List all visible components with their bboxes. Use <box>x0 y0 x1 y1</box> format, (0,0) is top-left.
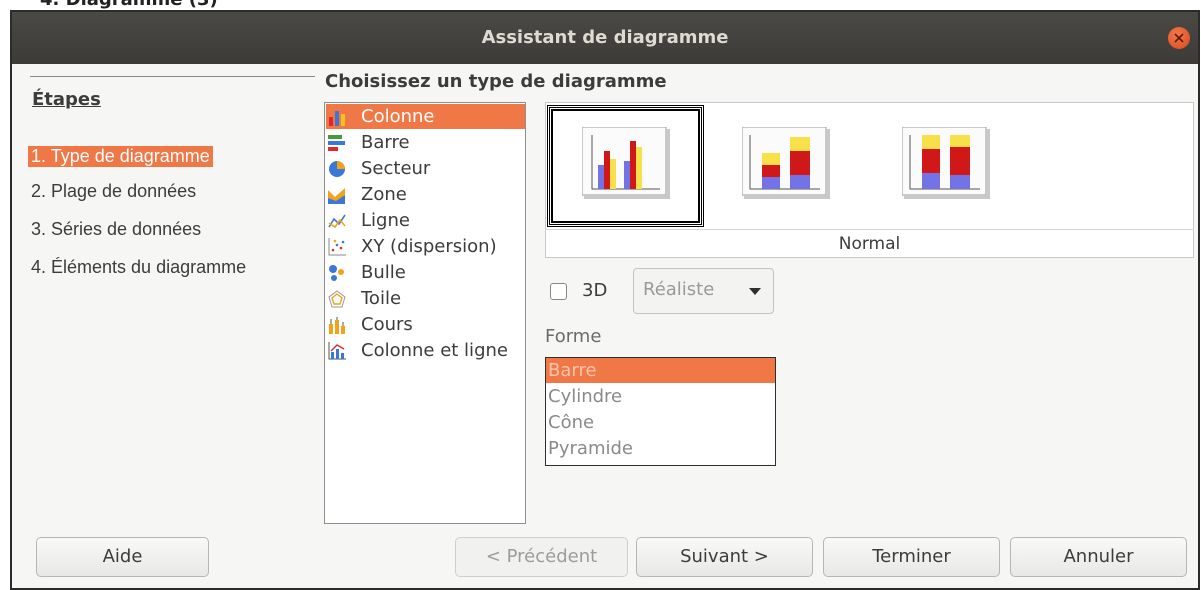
scatter-chart-icon <box>328 238 346 256</box>
type-item-toile[interactable]: Toile <box>326 286 525 311</box>
3d-label: 3D <box>582 280 608 301</box>
type-item-colonne-ligne[interactable]: Colonne et ligne <box>326 338 525 363</box>
type-item-ligne[interactable]: Ligne <box>326 208 525 233</box>
variant-normal-thumbnail[interactable] <box>582 127 670 199</box>
type-label: Cours <box>361 314 413 335</box>
bar-chart-icon <box>328 135 345 151</box>
chart-type-heading: Choisissez un type de diagramme <box>325 71 667 92</box>
window-title: Assistant de diagramme <box>481 27 729 48</box>
step-data-series[interactable]: 3. Séries de données <box>28 219 204 240</box>
type-item-zone[interactable]: Zone <box>326 182 525 207</box>
column-line-chart-icon <box>328 342 346 360</box>
help-button[interactable]: Aide <box>36 537 209 577</box>
net-chart-icon <box>328 290 346 308</box>
type-item-colonne[interactable]: Colonne <box>326 104 525 129</box>
step-chart-type[interactable]: 1. Type de diagramme <box>28 146 213 167</box>
shape-item-barre[interactable]: Barre <box>546 358 775 383</box>
line-chart-icon <box>328 214 346 229</box>
3d-checkbox[interactable] <box>550 283 567 300</box>
type-label: Colonne <box>361 106 435 127</box>
variant-percent-stacked-thumbnail[interactable] <box>902 127 990 199</box>
type-item-secteur[interactable]: Secteur <box>326 156 525 181</box>
type-label: Colonne et ligne <box>361 340 508 361</box>
shape-item-pyramide[interactable]: Pyramide <box>546 436 775 461</box>
area-chart-icon <box>328 188 345 204</box>
previous-button[interactable]: < Précédent <box>455 537 628 577</box>
steps-divider <box>30 76 315 77</box>
pie-chart-icon <box>329 161 345 177</box>
type-label: Ligne <box>361 210 410 231</box>
type-item-xy[interactable]: XY (dispersion) <box>326 234 525 259</box>
variant-name-label: Normal <box>545 229 1194 258</box>
type-label: Toile <box>361 288 402 309</box>
step-chart-elements[interactable]: 4. Éléments du diagramme <box>28 257 249 278</box>
type-label: Zone <box>361 184 407 205</box>
shape-item-cone[interactable]: Cône <box>546 410 775 435</box>
step-data-range[interactable]: 2. Plage de données <box>28 181 199 202</box>
type-label: Secteur <box>361 158 431 179</box>
cancel-button[interactable]: Annuler <box>1010 537 1187 577</box>
type-label: XY (dispersion) <box>361 236 497 257</box>
shape-item-cylindre[interactable]: Cylindre <box>546 384 775 409</box>
type-item-barre[interactable]: Barre <box>326 130 525 155</box>
finish-button[interactable]: Terminer <box>823 537 1000 577</box>
type-item-cours[interactable]: Cours <box>326 312 525 337</box>
bubble-chart-icon <box>329 265 344 281</box>
type-label: Bulle <box>361 262 406 283</box>
stock-chart-icon <box>329 317 345 334</box>
column-chart-icon <box>329 111 345 126</box>
chevron-down-icon <box>749 288 761 295</box>
3d-style-value: Réaliste <box>643 279 715 300</box>
close-icon <box>1174 33 1184 43</box>
close-button[interactable] <box>1168 27 1190 49</box>
steps-title: Étapes <box>32 89 101 110</box>
next-button[interactable]: Suivant > <box>636 537 813 577</box>
type-label: Barre <box>361 132 410 153</box>
type-item-bulle[interactable]: Bulle <box>326 260 525 285</box>
shape-label: Forme <box>545 326 602 347</box>
cutoff-heading: 4. Diagramme (3) <box>40 0 218 10</box>
variant-stacked-thumbnail[interactable] <box>742 127 830 199</box>
